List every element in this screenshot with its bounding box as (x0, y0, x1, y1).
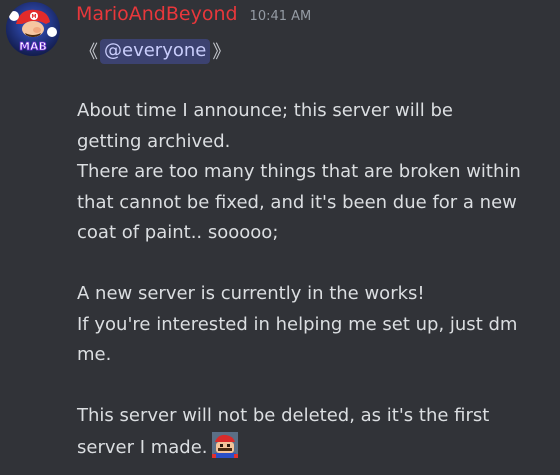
message-line: coat of paint.. sooooo; (77, 222, 279, 243)
chat-message: M MAB MarioAndBeyond 10:41 AM 《 @everyon… (0, 0, 560, 475)
everyone-mention[interactable]: @everyone (100, 38, 211, 64)
mario-face-emoji-icon[interactable] (211, 431, 238, 458)
message-line: that cannot be fixed, and it's been due … (77, 191, 517, 213)
message-line: server I made. (77, 436, 208, 458)
message-line: A new server is currently in the works! (77, 283, 425, 304)
message-line: If you're interested in helping me set u… (77, 313, 518, 335)
message-line: getting archived. (77, 130, 231, 152)
message-line: About time I announce; this server will … (77, 100, 454, 121)
timestamp[interactable]: 10:41 AM (250, 9, 312, 24)
message-content: About time I announce; this server will … (77, 96, 553, 463)
close-bracket: 》 (212, 42, 231, 63)
username[interactable]: MarioAndBeyond (76, 3, 238, 25)
message-line: me. (77, 344, 112, 365)
message-last-line: server I made. (77, 431, 553, 464)
open-bracket: 《 (80, 42, 98, 63)
message-line: This server will not be deleted, as it's… (77, 405, 490, 426)
svg-text:M: M (32, 14, 37, 20)
avatar-logo-text: MAB (19, 40, 47, 53)
mario-avatar-icon: M MAB (6, 2, 60, 56)
message-header: MarioAndBeyond 10:41 AM (76, 3, 311, 33)
user-avatar[interactable]: M MAB (6, 2, 60, 56)
mention-line: 《 @everyone 》 (80, 36, 230, 66)
message-line: There are too many things that are broke… (77, 161, 521, 182)
